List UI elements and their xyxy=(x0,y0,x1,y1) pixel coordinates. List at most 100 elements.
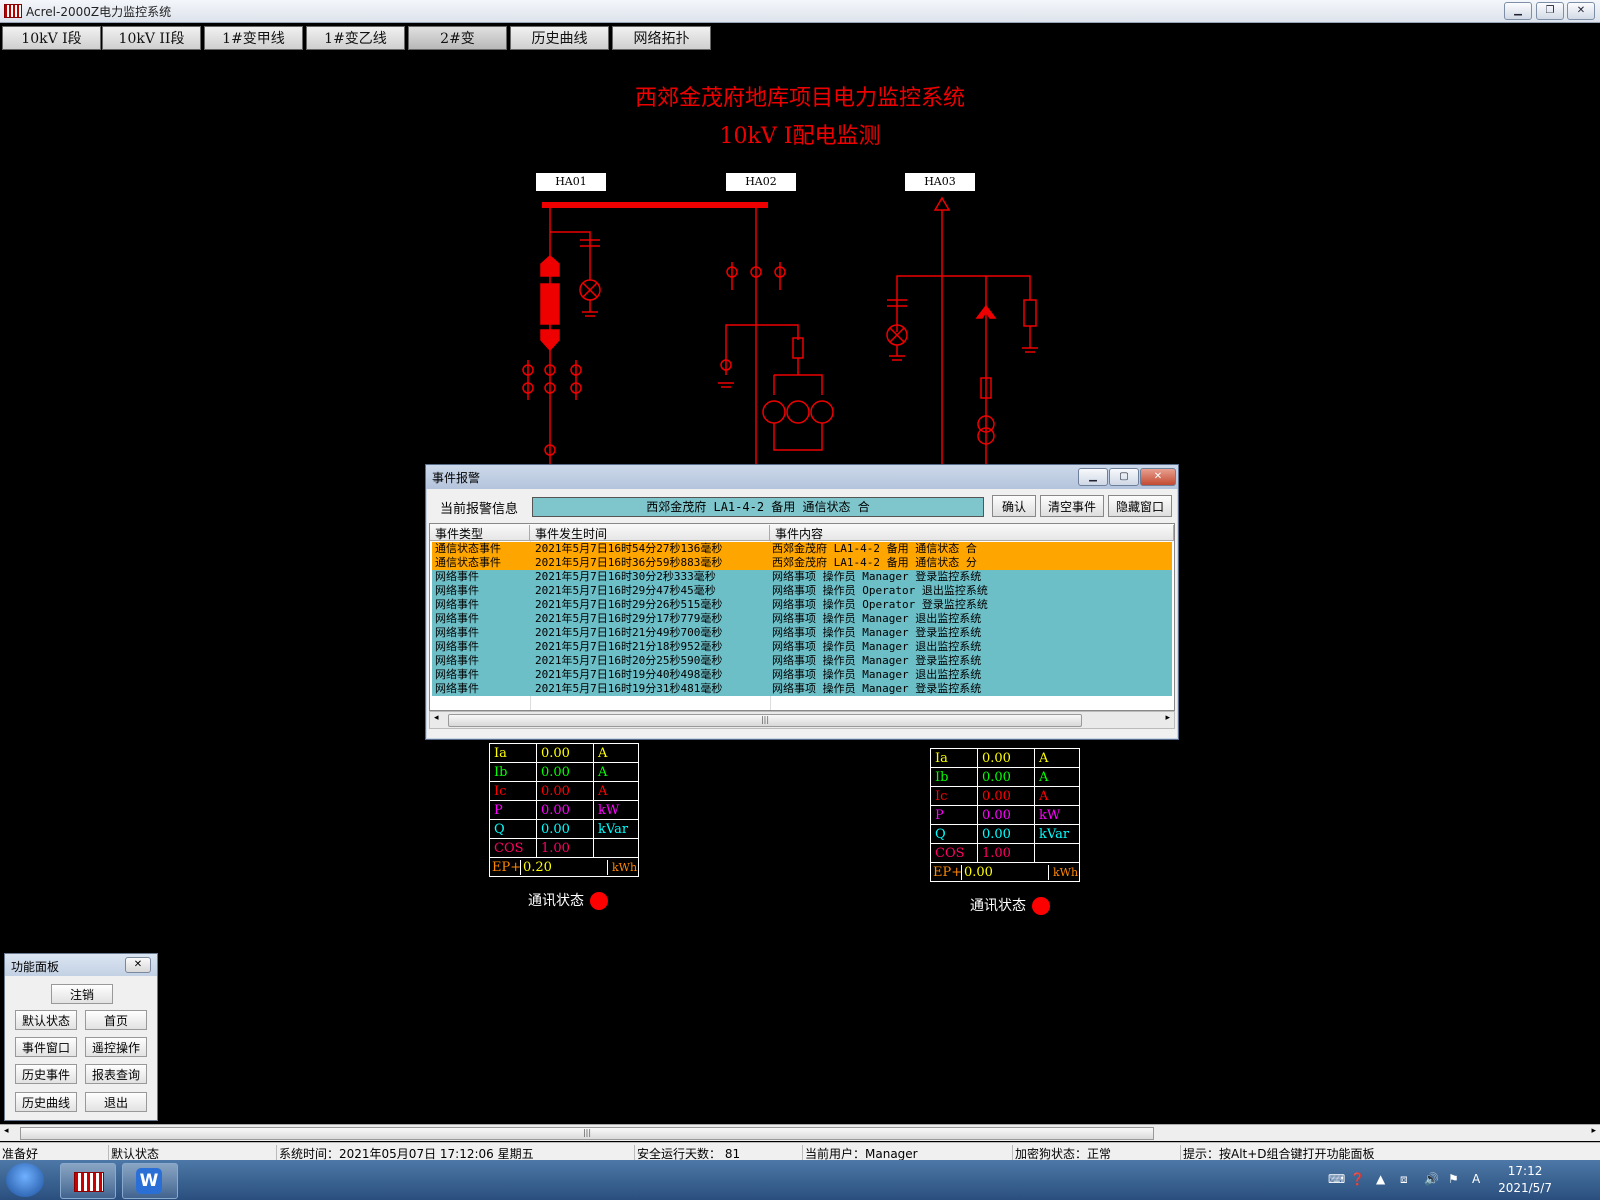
label-ep: EP+ xyxy=(933,864,963,880)
status-dongle: 加密狗状态：正常 xyxy=(1012,1145,1111,1161)
event-content-cell: 西郊金茂府 LA1-4-2 备用 通信状态 合 xyxy=(772,542,977,555)
col-event-type[interactable]: 事件类型 xyxy=(430,525,530,541)
event-row[interactable]: 网络事件 2021年5月7日16时29分17秒779毫秒 网络事项 操作员 Mana… xyxy=(432,612,1172,626)
unit-ia: A xyxy=(593,743,639,763)
label-cos: COS xyxy=(489,838,537,858)
pt-winding-2 xyxy=(786,400,810,424)
event-type-cell: 通信状态事件 xyxy=(435,556,501,569)
col-event-time[interactable]: 事件发生时间 xyxy=(530,525,770,541)
pt-winding-1 xyxy=(762,400,786,424)
current-alarm-field: 西郊金茂府 LA1-4-2 备用 通信状态 合 xyxy=(532,497,984,517)
history-events-button[interactable]: 历史事件 xyxy=(15,1064,77,1084)
event-content-cell: 网络事项 操作员 Manager 退出监控系统 xyxy=(772,612,982,625)
event-window-button[interactable]: 事件窗口 xyxy=(15,1037,77,1057)
confirm-button[interactable]: 确认 xyxy=(992,495,1036,517)
scroll-right-icon[interactable]: ▸ xyxy=(1591,1126,1596,1136)
home-button[interactable]: 首页 xyxy=(85,1010,147,1030)
hide-window-button[interactable]: 隐藏窗口 xyxy=(1108,495,1172,517)
help-icon[interactable]: ❓ xyxy=(1350,1172,1365,1186)
value-ib: 0.00 xyxy=(536,762,594,782)
single-line-diagram xyxy=(522,196,1038,470)
value-ic: 0.00 xyxy=(536,781,594,801)
event-row[interactable]: 通信状态事件 2021年5月7日16时36分59秒883毫秒 西郊金茂府 LA1-4… xyxy=(432,556,1172,570)
dialog-minimize-button[interactable]: ▁ xyxy=(1078,468,1108,486)
label-ia: Ia xyxy=(930,748,978,768)
dialog-close-button[interactable]: ✕ xyxy=(1140,468,1176,486)
event-row[interactable]: 网络事件 2021年5月7日16时19分40秒498毫秒 网络事项 操作员 Mana… xyxy=(432,668,1172,682)
col-event-content[interactable]: 事件内容 xyxy=(770,525,1174,541)
value-p: 0.00 xyxy=(536,800,594,820)
clear-events-button[interactable]: 清空事件 xyxy=(1040,495,1104,517)
wps-app-icon: W xyxy=(136,1168,162,1194)
unit-q: kVar xyxy=(593,819,639,839)
function-panel-close-button[interactable]: ✕ xyxy=(125,957,151,973)
logout-button[interactable]: 注销 xyxy=(51,984,113,1004)
default-state-button[interactable]: 默认状态 xyxy=(15,1010,77,1030)
event-time-cell: 2021年5月7日16时29分47秒45毫秒 xyxy=(535,584,716,597)
exit-button[interactable]: 退出 xyxy=(85,1092,147,1112)
event-row[interactable]: 网络事件 2021年5月7日16时29分26秒515毫秒 网络事项 操作员 Oper… xyxy=(432,598,1172,612)
event-type-cell: 网络事件 xyxy=(435,654,479,667)
dialog-titlebar[interactable]: 事件报警 ▁ ▢ ✕ xyxy=(426,465,1178,489)
unit-ib: A xyxy=(593,762,639,782)
tray-expand-icon[interactable]: ▲ xyxy=(1376,1172,1385,1186)
event-type-cell: 网络事件 xyxy=(435,612,479,625)
ct-group-ha01 xyxy=(522,360,582,400)
event-row[interactable]: 网络事件 2021年5月7日16时29分47秒45毫秒 网络事项 操作员 Opera… xyxy=(432,584,1172,598)
label-cos: COS xyxy=(930,843,978,863)
event-row[interactable]: 网络事件 2021年5月7日16时20分25秒590毫秒 网络事项 操作员 Mana… xyxy=(432,654,1172,668)
unit-ep: kWh xyxy=(1053,865,1079,879)
scroll-thumb[interactable]: ||| xyxy=(20,1127,1154,1140)
status-indicator-icon xyxy=(1032,897,1050,915)
ime-icon[interactable]: A xyxy=(1472,1172,1480,1186)
value-ib: 0.00 xyxy=(977,767,1035,787)
comm-status-left: 通讯状态 xyxy=(528,890,608,910)
event-row[interactable]: 网络事件 2021年5月7日16时21分18秒952毫秒 网络事项 操作员 Mana… xyxy=(432,640,1172,654)
taskbar-app-acrel[interactable] xyxy=(60,1163,116,1199)
status-current-user: 当前用户：Manager xyxy=(802,1145,918,1161)
start-button[interactable] xyxy=(6,1163,44,1197)
unit-ep: kWh xyxy=(612,860,638,874)
taskbar-clock[interactable]: 17:12 2021/5/7 xyxy=(1498,1163,1552,1197)
scroll-left-icon[interactable]: ◂ xyxy=(4,1126,9,1136)
value-ep: 0.00 xyxy=(962,864,1049,880)
acrel-app-icon xyxy=(74,1172,104,1192)
event-row[interactable]: 通信状态事件 2021年5月7日16时54分27秒136毫秒 西郊金茂府 LA1-4… xyxy=(432,542,1172,556)
keyboard-icon[interactable]: ⌨ xyxy=(1328,1172,1345,1186)
event-row[interactable]: 网络事件 2021年5月7日16时19分31秒481毫秒 网络事项 操作员 Mana… xyxy=(432,682,1172,696)
network-icon[interactable]: ⧈ xyxy=(1400,1172,1408,1187)
comm-status-label: 通讯状态 xyxy=(528,893,584,909)
scroll-left-icon[interactable]: ◂ xyxy=(434,713,439,723)
label-ib: Ib xyxy=(489,762,537,782)
event-time-cell: 2021年5月7日16时29分17秒779毫秒 xyxy=(535,612,723,625)
incoming-arrow-ha03 xyxy=(933,196,951,211)
function-panel-titlebar[interactable]: 功能面板 ✕ xyxy=(5,954,157,976)
label-ic: Ic xyxy=(930,786,978,806)
status-indicator-icon xyxy=(590,892,608,910)
report-query-button[interactable]: 报表查询 xyxy=(85,1064,147,1084)
dialog-title: 事件报警 xyxy=(432,471,481,485)
taskbar-app-wps[interactable]: W xyxy=(122,1163,178,1199)
volume-icon[interactable]: 🔊 xyxy=(1424,1172,1439,1186)
status-mode: 默认状态 xyxy=(108,1145,159,1161)
main-horizontal-scrollbar[interactable]: ◂ ||| ▸ xyxy=(0,1124,1600,1141)
scroll-thumb[interactable]: ||| xyxy=(448,714,1082,727)
remote-control-button[interactable]: 遥控操作 xyxy=(85,1037,147,1057)
scroll-right-icon[interactable]: ▸ xyxy=(1165,713,1170,723)
event-time-cell: 2021年5月7日16时21分49秒700毫秒 xyxy=(535,626,723,639)
flag-icon[interactable]: ⚑ xyxy=(1448,1172,1459,1186)
history-curve-button[interactable]: 历史曲线 xyxy=(15,1092,77,1112)
unit-q: kVar xyxy=(1034,824,1080,844)
event-row[interactable]: 网络事件 2021年5月7日16时30分2秒333毫秒 网络事项 操作员 Manag… xyxy=(432,570,1172,584)
event-time-cell: 2021年5月7日16时30分2秒333毫秒 xyxy=(535,570,716,583)
event-time-cell: 2021年5月7日16时54分27秒136毫秒 xyxy=(535,542,723,555)
value-ic: 0.00 xyxy=(977,786,1035,806)
comm-status-label: 通讯状态 xyxy=(970,898,1026,914)
event-row[interactable]: 网络事件 2021年5月7日16时21分49秒700毫秒 网络事项 操作员 Mana… xyxy=(432,626,1172,640)
label-ep: EP+ xyxy=(492,859,522,875)
event-content-cell: 网络事项 操作员 Manager 退出监控系统 xyxy=(772,640,982,653)
event-time-cell: 2021年5月7日16时21分18秒952毫秒 xyxy=(535,640,723,653)
dialog-maximize-button[interactable]: ▢ xyxy=(1109,468,1139,486)
event-content-cell: 网络事项 操作员 Manager 登录监控系统 xyxy=(772,654,982,667)
dialog-horizontal-scrollbar[interactable]: ◂ ||| ▸ xyxy=(429,711,1175,729)
